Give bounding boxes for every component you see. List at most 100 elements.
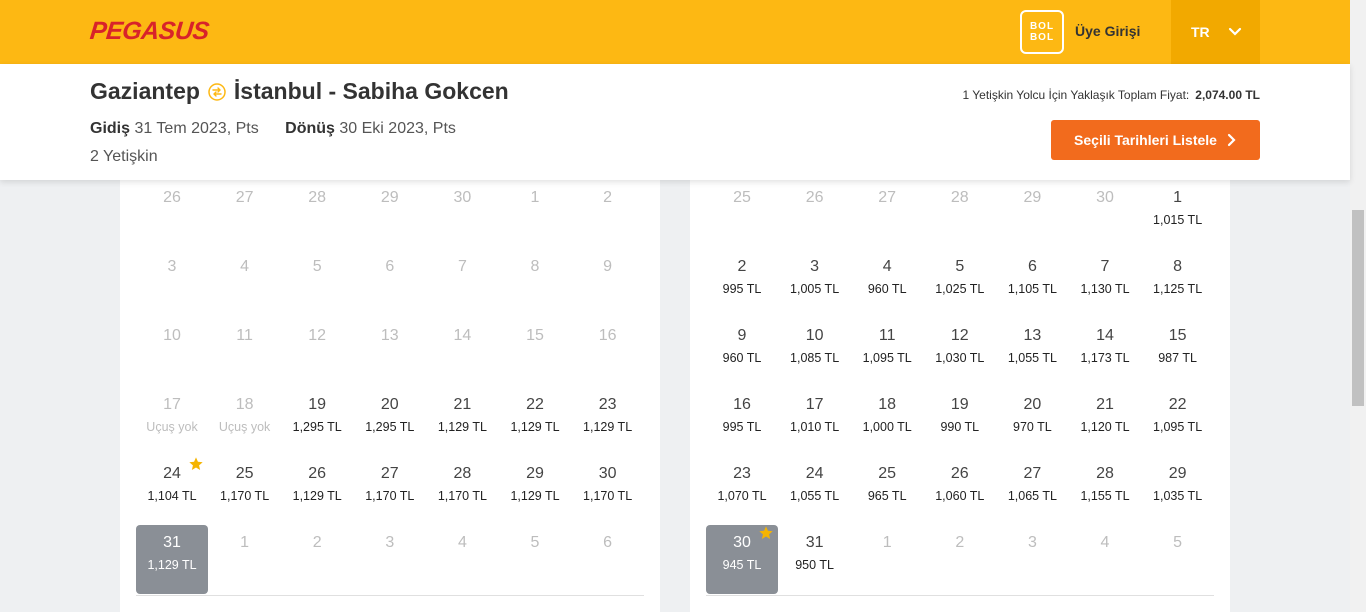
day-number: 2 — [955, 534, 965, 551]
calendar-day[interactable]: 16 995 TL — [706, 387, 778, 456]
calendar-day[interactable]: 17 1,010 TL — [779, 387, 851, 456]
calendar-day[interactable]: 31 950 TL — [779, 525, 851, 594]
calendar-day[interactable]: 23 1,129 TL — [572, 387, 644, 456]
calendar-day[interactable]: 27 1,065 TL — [996, 456, 1068, 525]
day-number: 28 — [1096, 465, 1114, 482]
day-number: 8 — [1173, 258, 1183, 275]
calendar-day[interactable]: 6 1,105 TL — [996, 249, 1068, 318]
calendar-day[interactable]: 21 1,120 TL — [1069, 387, 1141, 456]
calendar-day[interactable]: 19 1,295 TL — [281, 387, 353, 456]
return-date: 30 Eki 2023, Pts — [339, 120, 456, 137]
day-price: 1,129 TL — [147, 558, 197, 572]
calendar-day[interactable]: 14 1,173 TL — [1069, 318, 1141, 387]
calendar-day[interactable]: 8 1,125 TL — [1142, 249, 1214, 318]
day-price: 1,085 TL — [790, 351, 840, 365]
day-number: 21 — [453, 396, 472, 413]
day-number: 3 — [385, 534, 395, 551]
day-number: 31 — [163, 534, 181, 551]
calendar-day[interactable]: 22 1,129 TL — [499, 387, 571, 456]
calendar-day: 29 — [996, 180, 1068, 249]
calendar-day: 29 — [354, 180, 426, 249]
member-login-link[interactable]: Üye Girişi — [1075, 23, 1140, 39]
calendar-divider — [706, 595, 1214, 596]
day-price: 1,055 TL — [1007, 351, 1057, 365]
calendar-day[interactable]: 12 1,030 TL — [924, 318, 996, 387]
day-price: 987 TL — [1158, 351, 1197, 365]
scrollbar-thumb[interactable] — [1352, 210, 1364, 406]
calendar-day[interactable]: 22 1,095 TL — [1142, 387, 1214, 456]
day-number: 4 — [1100, 534, 1110, 551]
bolbol-line-2: BOL — [1029, 32, 1055, 43]
calendar-day[interactable]: 24 1,104 TL — [136, 456, 208, 525]
calendar-day[interactable]: 26 1,060 TL — [924, 456, 996, 525]
calendar-day[interactable]: 3 1,005 TL — [779, 249, 851, 318]
day-number: 30 — [453, 189, 472, 206]
calendar-day[interactable]: 28 1,155 TL — [1069, 456, 1141, 525]
calendar-day[interactable]: 9 960 TL — [706, 318, 778, 387]
destination-city: İstanbul - Sabiha Gokcen — [233, 78, 509, 104]
chevron-down-icon — [1228, 27, 1242, 36]
day-price: 1,129 TL — [510, 489, 560, 503]
day-number: 1 — [530, 189, 540, 206]
star-icon — [188, 456, 204, 477]
calendar-day[interactable]: 30 1,170 TL — [572, 456, 644, 525]
day-price: 1,170 TL — [583, 489, 633, 503]
calendar-day: 28 — [281, 180, 353, 249]
day-number: 27 — [380, 465, 399, 482]
calendar-day[interactable]: 24 1,055 TL — [779, 456, 851, 525]
calendar-day: 30 — [426, 180, 498, 249]
calendar-day[interactable]: 10 1,085 TL — [779, 318, 851, 387]
day-price: 1,010 TL — [790, 420, 840, 434]
calendar-day[interactable]: 15 987 TL — [1142, 318, 1214, 387]
calendar-day: 1 — [499, 180, 571, 249]
calendar-day[interactable]: 21 1,129 TL — [426, 387, 498, 456]
day-number: 26 — [163, 189, 181, 206]
day-price: 1,130 TL — [1080, 282, 1130, 296]
calendar-day: 11 — [209, 318, 281, 387]
calendar-day[interactable]: 20 1,295 TL — [354, 387, 426, 456]
calendar-day: 12 — [281, 318, 353, 387]
calendar-day[interactable]: 25 1,170 TL — [209, 456, 281, 525]
calendar-day[interactable]: 28 1,170 TL — [426, 456, 498, 525]
calendar-day: 4 — [209, 249, 281, 318]
calendar-day[interactable]: 11 1,095 TL — [851, 318, 923, 387]
day-price: 1,095 TL — [1153, 420, 1203, 434]
page-scrollbar[interactable] — [1350, 0, 1366, 612]
calendar-day[interactable]: 23 1,070 TL — [706, 456, 778, 525]
day-price: 950 TL — [795, 558, 834, 572]
calendar-day[interactable]: 13 1,055 TL — [996, 318, 1068, 387]
calendar-day-selected[interactable]: 30 945 TL — [706, 525, 778, 594]
bolbol-logo-icon[interactable]: BOL BOL — [1020, 10, 1064, 54]
calendar-day[interactable]: 4 960 TL — [851, 249, 923, 318]
day-price: 1,065 TL — [1007, 489, 1057, 503]
day-number: 5 — [312, 258, 322, 275]
calendar-day[interactable]: 27 1,170 TL — [354, 456, 426, 525]
calendar-day[interactable]: 29 1,035 TL — [1142, 456, 1214, 525]
calendar-day[interactable]: 29 1,129 TL — [499, 456, 571, 525]
day-number: 29 — [1168, 465, 1187, 482]
day-number: 11 — [236, 327, 253, 344]
pegasus-logo[interactable]: PEGASUS — [88, 17, 211, 46]
calendar-day[interactable]: 2 995 TL — [706, 249, 778, 318]
day-number: 17 — [805, 396, 824, 413]
calendar-day[interactable]: 7 1,130 TL — [1069, 249, 1141, 318]
calendar-day: 2 — [924, 525, 996, 594]
calendar-day: 13 — [354, 318, 426, 387]
day-number: 29 — [526, 465, 544, 482]
language-selector[interactable]: TR — [1171, 0, 1260, 64]
calendar-day[interactable]: 5 1,025 TL — [924, 249, 996, 318]
list-selected-dates-button[interactable]: Seçili Tarihleri Listele — [1051, 120, 1260, 160]
calendar-day[interactable]: 1 1,015 TL — [1142, 180, 1214, 249]
day-number: 25 — [878, 465, 897, 482]
day-number: 5 — [530, 534, 540, 551]
calendar-day[interactable]: 25 965 TL — [851, 456, 923, 525]
calendar-day[interactable]: 26 1,129 TL — [281, 456, 353, 525]
calendar-day[interactable]: 18 1,000 TL — [851, 387, 923, 456]
passenger-count: 2 Yetişkin — [90, 148, 158, 165]
calendar-day-selected[interactable]: 31 1,129 TL — [136, 525, 208, 594]
day-price: 1,055 TL — [790, 489, 840, 503]
calendar-day: 3 — [354, 525, 426, 594]
day-number: 20 — [1023, 396, 1042, 413]
calendar-day[interactable]: 20 970 TL — [996, 387, 1068, 456]
calendar-day[interactable]: 19 990 TL — [924, 387, 996, 456]
